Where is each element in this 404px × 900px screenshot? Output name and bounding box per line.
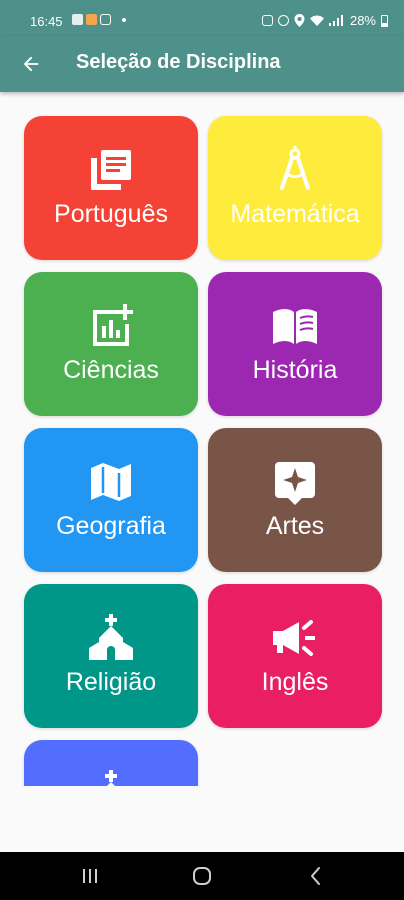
subject-card-historia[interactable]: História — [208, 272, 382, 416]
sparkle-pin-icon — [275, 462, 315, 505]
subject-label: Ciências — [63, 356, 159, 384]
open-book-icon — [273, 309, 317, 344]
subject-card-matematica[interactable]: Matemática — [208, 116, 382, 260]
map-icon — [91, 463, 131, 501]
screen: 16:45 28% Seleção de Disciplina Portuguê… — [0, 0, 404, 900]
location-icon — [294, 14, 305, 27]
subject-label: Religião — [65, 668, 157, 696]
subject-label: Inglês — [261, 668, 329, 696]
battery-percent: 28% — [349, 13, 376, 28]
nav-back-icon — [311, 867, 320, 885]
app-bar: Seleção de Disciplina — [0, 36, 404, 92]
article-icon — [91, 150, 131, 190]
recents-button[interactable] — [70, 862, 110, 890]
subject-card-ciencias[interactable]: Ciências — [24, 272, 198, 416]
subject-card-geografia[interactable]: Geografia — [24, 428, 198, 572]
church-icon — [105, 770, 117, 786]
system-icons: 28% — [261, 13, 388, 28]
subject-label: Matemática — [230, 200, 360, 228]
back-button[interactable] — [14, 48, 48, 80]
notification-icon — [86, 14, 97, 25]
home-button[interactable] — [182, 862, 222, 890]
silent-icon — [277, 15, 289, 26]
notification-icons — [72, 14, 126, 25]
status-bar: 16:45 28% — [0, 0, 404, 36]
subject-label: História — [252, 356, 338, 384]
notification-icon — [72, 14, 83, 25]
subject-card-religiao[interactable]: Religião — [24, 584, 198, 728]
subject-card-partial[interactable] — [24, 740, 198, 786]
chart-add-icon — [93, 304, 133, 346]
subject-card-artes[interactable]: Artes — [208, 428, 382, 572]
subject-label: Geografia — [56, 512, 166, 540]
subject-label: Artes — [265, 512, 325, 540]
subject-card-ingles[interactable]: Inglês — [208, 584, 382, 728]
status-time: 16:45 — [30, 14, 63, 29]
arrow-back-icon — [23, 56, 39, 72]
system-nav-bar — [0, 852, 404, 900]
nav-back-button[interactable] — [296, 862, 336, 890]
church-icon — [89, 614, 133, 660]
battery-icon — [381, 14, 388, 27]
home-icon — [193, 867, 211, 885]
subject-label: Português — [54, 200, 168, 228]
more-notifications-icon — [122, 17, 126, 22]
alarm-icon — [261, 15, 273, 26]
page-title: Seleção de Disciplina — [76, 51, 281, 73]
recents-icon — [83, 869, 97, 883]
compass-icon — [280, 146, 310, 190]
wifi-icon — [309, 15, 324, 26]
instagram-icon — [100, 14, 111, 25]
subject-grid: Português Matemática Ciências História G… — [0, 92, 404, 786]
subject-card-portugues[interactable]: Português — [24, 116, 198, 260]
megaphone-icon — [273, 620, 315, 656]
signal-icon — [328, 15, 343, 26]
